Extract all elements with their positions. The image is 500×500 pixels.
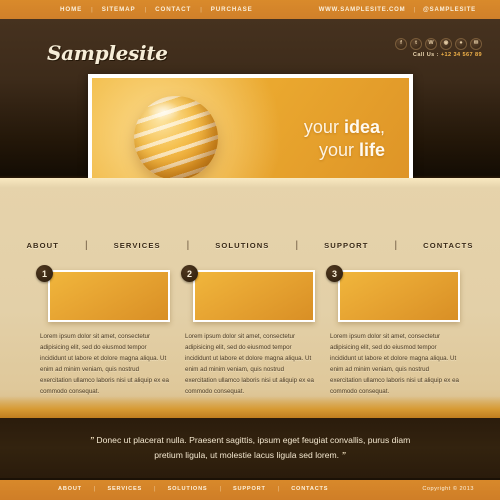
feature-thumbnail-image [195,272,313,320]
footer-nav: ABOUT | SERVICES | SOLUTIONS | SUPPORT |… [58,486,328,492]
hero-headline-line2: your life [304,139,385,162]
feature-number-badge: 2 [181,265,198,282]
feature-column: 3 Lorem ipsum dolor sit amet, consectetu… [326,265,460,397]
top-utility-bar: HOME | SITEMAP | CONTACT | PURCHASE WWW.… [0,0,500,19]
feature-text: Lorem ipsum dolor sit amet, consectetur … [185,333,314,396]
site-url-link[interactable]: WWW.SAMPLESITE.COM [319,7,406,13]
main-nav: ABOUT | SERVICES | SOLUTIONS | SUPPORT |… [0,240,500,251]
footer-nav-separator: | [277,486,280,492]
hero-line2-normal: your [318,140,359,161]
main-nav-separator: | [186,240,190,251]
hero-headline-line1: your idea, [304,116,385,139]
main-nav-separator: | [295,240,299,251]
feature-text: Lorem ipsum dolor sit amet, consectetur … [40,333,169,396]
dribbble-icon[interactable]: ● [455,38,467,50]
feature-thumbnail-image [50,272,168,320]
site-footer: ABOUT | SERVICES | SOLUTIONS | SUPPORT |… [0,478,500,500]
main-nav-item-contacts[interactable]: CONTACTS [423,241,473,250]
call-us-block: Call Us : +12 34 567 89 [413,52,482,58]
content-area: ABOUT | SERVICES | SOLUTIONS | SUPPORT |… [0,178,500,418]
site-logo[interactable]: Samplesite [47,41,168,65]
feature-column: 1 Lorem ipsum dolor sit amet, consectetu… [36,265,170,397]
webpage-mockup: HOME | SITEMAP | CONTACT | PURCHASE WWW.… [0,0,500,500]
footer-nav-item-contacts[interactable]: CONTACTS [291,486,328,492]
feature-thumbnail-image [340,272,458,320]
quote-close-mark: ” [341,450,346,460]
main-nav-item-services[interactable]: SERVICES [114,241,161,250]
call-us-label: Call Us : [412,52,439,58]
feature-column: 2 Lorem ipsum dolor sit amet, consectetu… [181,265,315,397]
footer-nav-item-support[interactable]: SUPPORT [233,486,266,492]
footer-nav-item-services[interactable]: SERVICES [107,486,142,492]
copyright-text: Copyright © 2013 [422,486,474,492]
twitter-icon[interactable]: t [410,38,422,50]
top-nav-item-home[interactable]: HOME [60,6,82,13]
main-nav-separator: | [394,240,398,251]
quote-text: Donec ut placerat nulla. Praesent sagitt… [96,434,411,460]
email-icon[interactable]: ✉ [470,38,482,50]
top-nav-item-purchase[interactable]: PURCHASE [211,6,253,13]
feature-thumbnail[interactable] [48,270,170,322]
main-nav-item-support[interactable]: SUPPORT [324,241,368,250]
hero-line1-tail: , [379,117,385,137]
quote-open-mark: ” [89,434,95,445]
footer-nav-separator: | [154,486,156,492]
feature-columns: 1 Lorem ipsum dolor sit amet, consectetu… [36,265,460,397]
top-nav-item-contact[interactable]: CONTACT [155,6,191,13]
social-icon-list: f t W ◉ ● ✉ [395,38,482,50]
main-nav-separator: | [84,240,88,251]
quote-text-block: ” Donec ut placerat nulla. Praesent sagi… [75,433,425,463]
top-right-separator: | [413,6,415,13]
quote-section: ” Donec ut placerat nulla. Praesent sagi… [0,418,500,478]
wordpress-icon[interactable]: W [425,38,437,50]
call-us-number: +12 34 567 89 [440,52,482,58]
hero-headline: your idea, your life [304,116,385,162]
feature-number-badge: 1 [36,265,53,282]
footer-nav-item-about[interactable]: ABOUT [58,486,82,492]
sphere-graphic [134,96,218,180]
footer-nav-separator: | [93,486,96,492]
hero-line1-bold: idea [343,117,380,137]
top-nav-separator: | [144,6,147,13]
footer-nav-separator: | [219,486,222,492]
main-nav-item-solutions[interactable]: SOLUTIONS [215,241,269,250]
rss-icon[interactable]: ◉ [440,38,452,50]
top-nav: HOME | SITEMAP | CONTACT | PURCHASE [60,6,253,13]
content-bottom-gradient [0,396,500,418]
feature-text: Lorem ipsum dolor sit amet, consectetur … [330,333,459,396]
feature-thumbnail[interactable] [338,270,460,322]
hero-line1-normal: your [303,117,344,137]
footer-nav-item-solutions[interactable]: SOLUTIONS [168,486,208,492]
hero-line2-bold: life [358,140,385,161]
main-nav-item-about[interactable]: ABOUT [26,241,59,250]
feature-thumbnail[interactable] [193,270,315,322]
feature-number-badge: 3 [326,265,343,282]
social-handle-link[interactable]: @SAMPLESITE [423,7,476,13]
top-nav-separator: | [91,6,93,13]
top-nav-separator: | [200,6,202,13]
top-nav-item-sitemap[interactable]: SITEMAP [102,6,136,13]
facebook-icon[interactable]: f [395,38,407,50]
top-bar-right: WWW.SAMPLESITE.COM | @SAMPLESITE [319,7,476,13]
